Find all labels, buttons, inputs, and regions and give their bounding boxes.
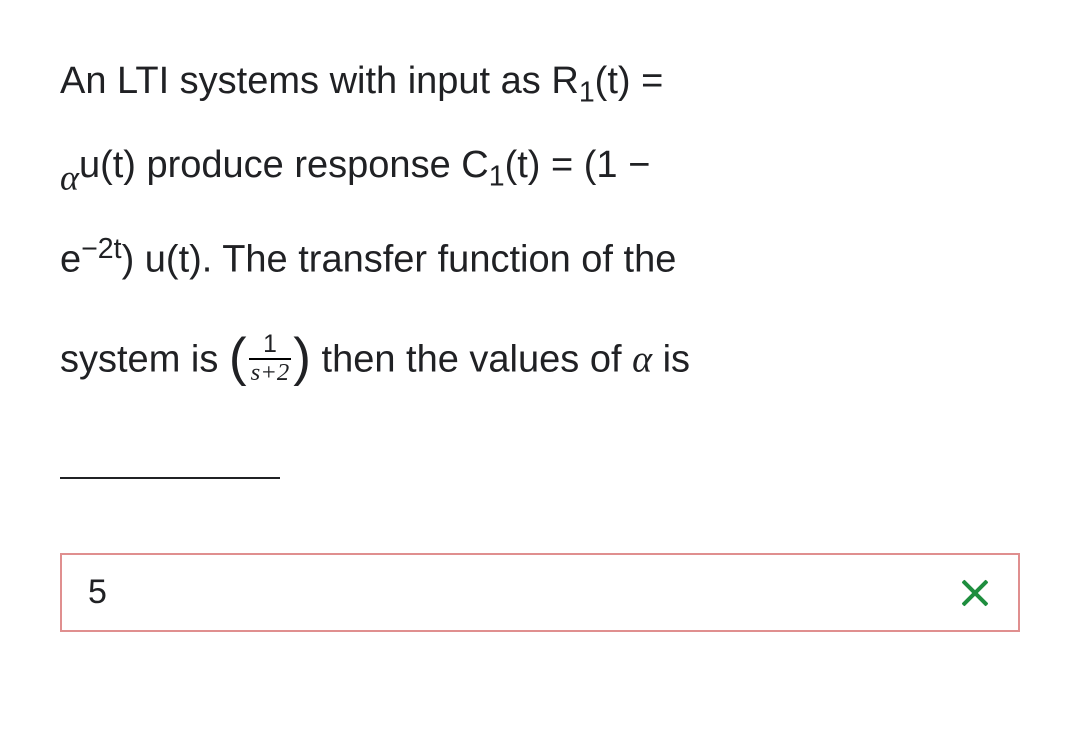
fraction-numerator: 1: [249, 332, 292, 358]
incorrect-icon: [958, 576, 992, 610]
text-part: (t) =: [595, 60, 664, 102]
fraction-denominator: s+2: [249, 358, 292, 386]
subscript: 1: [489, 161, 505, 193]
left-paren: (: [229, 328, 247, 387]
answer-value: 5: [88, 573, 107, 612]
answer-blank: [60, 477, 280, 479]
text-part: (t) = (1 −: [505, 144, 651, 186]
text-part: e: [60, 239, 81, 281]
superscript: −2t: [81, 233, 121, 265]
fraction: 1s+2: [249, 332, 292, 386]
alpha-symbol: α: [632, 338, 652, 380]
text-part: then the values of: [311, 338, 632, 380]
subscript: 1: [579, 77, 595, 109]
answer-box[interactable]: 5: [60, 553, 1020, 632]
text-part: system is: [60, 338, 229, 380]
text-part: ) u(t). The transfer function of the: [122, 239, 677, 281]
alpha-symbol: α: [60, 158, 79, 198]
text-part: An LTI systems with input as R: [60, 60, 579, 102]
text-part: u(t) produce response C: [79, 144, 489, 186]
question-text: An LTI systems with input as R1(t) = αu(…: [60, 40, 1020, 503]
text-part: is: [652, 338, 690, 380]
right-paren: ): [293, 328, 311, 387]
